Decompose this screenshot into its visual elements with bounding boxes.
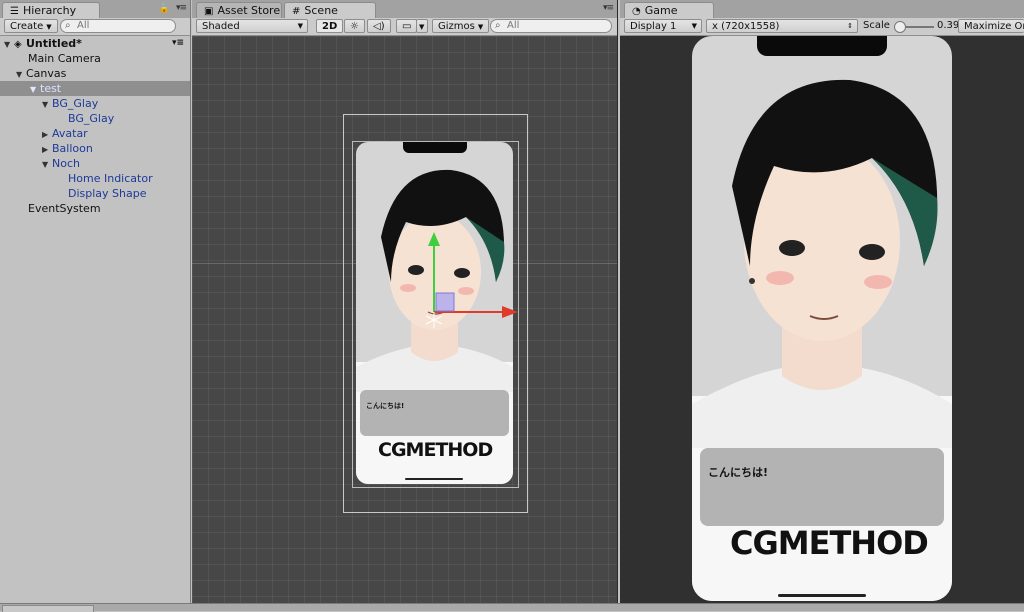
game-viewport[interactable]: こんにちは! CGMETHOD (620, 36, 1024, 604)
expand-arrow-icon[interactable]: ▼ (30, 82, 40, 97)
maximize-on-play-toggle[interactable]: Maximize Or (958, 19, 1024, 33)
speech-balloon (360, 390, 509, 436)
speech-balloon (700, 448, 944, 526)
home-indicator (778, 594, 866, 597)
notch (402, 142, 467, 153)
tab-asset-store[interactable]: ▣ Asset Store (196, 2, 282, 18)
hierarchy-tabbar: ☰ Hierarchy 🔒 ▾≡ (0, 0, 190, 19)
expand-arrow-icon[interactable]: ▼ (42, 157, 52, 172)
list-item[interactable]: ▼ Canvas (0, 66, 190, 81)
resolution-dropdown[interactable]: x (720x1558) ⇕ (706, 19, 858, 33)
search-icon: ⌕ (495, 20, 501, 31)
mode-2d-toggle[interactable]: 2D (316, 19, 344, 33)
list-item[interactable]: BG_Glay (0, 111, 190, 126)
scene-root[interactable]: ▼ ◈ Untitled* ▾≡ (0, 36, 190, 51)
lighting-toggle[interactable]: ☼ (344, 19, 365, 33)
chevron-down-icon: ▼ (477, 23, 484, 31)
hierarchy-toolbar: Create ▼ ⌕ All (0, 18, 190, 36)
chevron-down-icon: ▼ (419, 23, 425, 31)
greeting-text: こんにちは! (366, 402, 405, 410)
collapsed-arrow-icon[interactable]: ▶ (42, 142, 52, 157)
game-panel: ◔ Game Display 1 ▼ x (720x1558) ⇕ Scale 0.3… (620, 0, 1024, 604)
expand-arrow-icon[interactable]: ▼ (4, 37, 14, 52)
updown-icon: ⇕ (847, 22, 853, 30)
scene-panel: ▣ Asset Store # Scene ▾≡ Shaded ▼ 2D ☼ ◁) ▭… (192, 0, 618, 604)
logo-text: CGMETHOD (378, 439, 493, 461)
pacman-icon: ◔ (632, 6, 641, 17)
move-gizmo[interactable] (418, 226, 538, 336)
scene-viewport[interactable]: こんにちは! CGMETHOD (192, 36, 617, 604)
list-item[interactable]: ▼ BG_Glay (0, 96, 190, 111)
menu-icon[interactable]: ▾≡ (603, 3, 614, 13)
list-item[interactable]: EventSystem (0, 201, 190, 216)
list-item[interactable]: ▶ Balloon (0, 141, 190, 156)
home-indicator (405, 478, 463, 480)
list-item[interactable]: Display Shape (0, 186, 190, 201)
speaker-icon: ◁) (373, 21, 385, 32)
collapsed-arrow-icon[interactable]: ▶ (42, 127, 52, 142)
list-item-selected[interactable]: ▼ test (0, 81, 190, 96)
chevron-down-icon: ▼ (46, 23, 52, 31)
chevron-down-icon: ▼ (297, 22, 303, 30)
list-item[interactable]: ▶ Avatar (0, 126, 190, 141)
hierarchy-panel: ☰ Hierarchy 🔒 ▾≡ Create ▼ ⌕ All ▼ ◈ Untitled… (0, 0, 191, 604)
tab-scene[interactable]: # Scene (284, 2, 376, 18)
search-icon: ⌕ (65, 20, 71, 31)
greeting-text: こんにちは! (708, 466, 769, 479)
notch (757, 36, 887, 56)
scene-search-input[interactable]: ⌕ All (490, 19, 612, 33)
scale-label: Scale (863, 20, 890, 31)
list-item[interactable]: Home Indicator (0, 171, 190, 186)
effects-dropdown[interactable]: ▼ (416, 19, 428, 33)
display-dropdown[interactable]: Display 1 ▼ (624, 19, 702, 33)
expand-arrow-icon[interactable]: ▼ (42, 97, 52, 112)
hierarchy-tree: ▼ ◈ Untitled* ▾≡ Main Camera ▼ Canvas ▼ test… (0, 36, 190, 216)
chevron-down-icon: ▼ (691, 22, 697, 30)
hierarchy-search-input[interactable]: ⌕ All (60, 19, 176, 33)
list-icon: ☰ (10, 6, 19, 17)
logo-text: CGMETHOD (730, 524, 929, 562)
scene-toolbar: Shaded ▼ 2D ☼ ◁) ▭ ▼ Gizmos ▼ ⌕ All (192, 18, 617, 36)
scale-value: 0.39 (937, 20, 960, 31)
effects-toggle[interactable]: ▭ (396, 19, 418, 33)
list-item[interactable]: ▼ Noch (0, 156, 190, 171)
scene-tabbar: ▣ Asset Store # Scene ▾≡ (192, 0, 617, 19)
gizmos-dropdown[interactable]: Gizmos ▼ (432, 19, 490, 33)
unity-logo-icon: ◈ (14, 39, 22, 50)
create-button[interactable]: Create ▼ (4, 19, 58, 33)
game-phone-screen: こんにちは! CGMETHOD (692, 36, 952, 601)
sun-icon: ☼ (350, 21, 359, 32)
image-icon: ▭ (402, 21, 412, 32)
bottom-tabbar (0, 603, 1024, 612)
tab-hierarchy[interactable]: ☰ Hierarchy (2, 2, 100, 18)
game-toolbar: Display 1 ▼ x (720x1558) ⇕ Scale 0.39 Maxi… (620, 18, 1024, 36)
game-tabbar: ◔ Game (620, 0, 1024, 19)
scene-menu-icon[interactable]: ▾≡ (172, 36, 184, 51)
grid-icon: # (292, 6, 301, 17)
store-icon: ▣ (204, 6, 214, 17)
shading-mode-dropdown[interactable]: Shaded ▼ (196, 19, 308, 33)
menu-icon[interactable]: ▾≡ (176, 3, 187, 13)
lock-icon[interactable]: 🔒 (159, 4, 170, 14)
list-item[interactable]: Main Camera (0, 51, 190, 66)
scale-slider-thumb[interactable] (894, 21, 906, 33)
expand-arrow-icon[interactable]: ▼ (16, 67, 26, 82)
audio-toggle[interactable]: ◁) (367, 19, 391, 33)
tab-game[interactable]: ◔ Game (624, 2, 714, 18)
